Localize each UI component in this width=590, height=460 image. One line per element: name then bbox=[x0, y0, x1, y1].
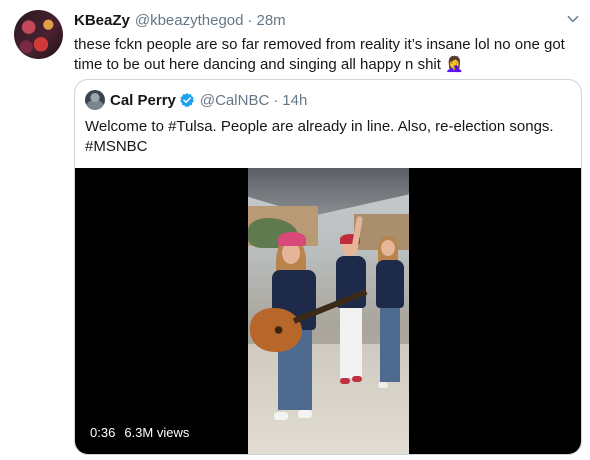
video-duration: 0:36 bbox=[90, 425, 116, 440]
quoted-tweet[interactable]: Cal Perry @CalNBC · 14h Welcome to #Tuls… bbox=[74, 79, 582, 455]
video-frame bbox=[248, 168, 409, 454]
quoted-author-name: Cal Perry bbox=[110, 91, 176, 109]
author-handle[interactable]: @kbeazythegod bbox=[135, 12, 244, 29]
video-controls: 0:36 6.3M views bbox=[90, 425, 189, 440]
chevron-down-icon[interactable] bbox=[566, 12, 580, 26]
timestamp[interactable]: 28m bbox=[257, 12, 286, 29]
author-name[interactable]: KBeaZy bbox=[74, 12, 130, 29]
person bbox=[370, 234, 408, 404]
quoted-timestamp: 14h bbox=[282, 91, 308, 109]
quoted-tweet-header: Cal Perry @CalNBC · 14h bbox=[85, 90, 307, 110]
tweet-header: KBeaZy @kbeazythegod · 28m bbox=[74, 12, 580, 32]
quoted-tweet-text: Welcome to #Tulsa. People are already in… bbox=[85, 118, 554, 155]
separator: · bbox=[247, 12, 253, 29]
quoted-avatar bbox=[85, 90, 105, 110]
quoted-author-handle: @CalNBC bbox=[199, 91, 270, 109]
quoted-separator: · bbox=[273, 91, 279, 109]
guitar bbox=[250, 308, 302, 352]
avatar[interactable] bbox=[14, 10, 63, 59]
video-views: 6.3M views bbox=[124, 425, 190, 440]
video-player[interactable]: 0:36 6.3M views bbox=[75, 168, 581, 454]
person bbox=[330, 215, 370, 410]
tweet-text: these fckn people are so far removed fro… bbox=[74, 36, 565, 73]
verified-badge-icon bbox=[180, 93, 194, 108]
